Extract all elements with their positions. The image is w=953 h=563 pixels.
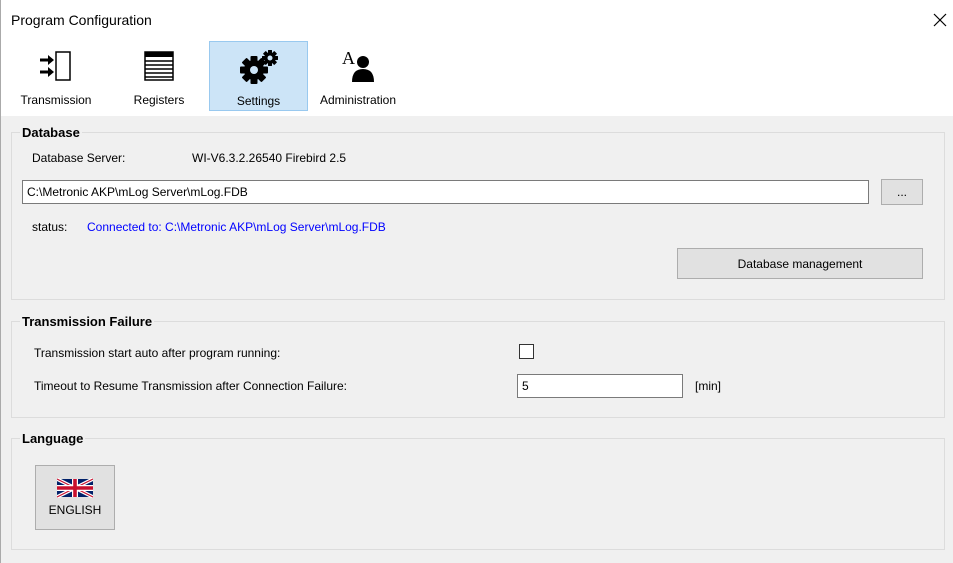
transmission-failure-group: Transmission Failure Transmission start … <box>11 314 945 418</box>
program-configuration-window: Program Configuration Transmission Regis… <box>0 0 953 563</box>
tab-settings[interactable]: Settings <box>209 41 308 111</box>
registers-icon <box>139 48 179 84</box>
language-group: Language ENGLISH <box>11 431 945 550</box>
timeout-input[interactable] <box>517 374 683 398</box>
auto-start-checkbox[interactable] <box>519 344 534 359</box>
language-group-title: Language <box>20 431 86 446</box>
toolbar: Transmission Registers Settings A Admini… <box>1 40 953 116</box>
tab-transmission-label: Transmission <box>20 93 92 107</box>
tab-administration[interactable]: A Administration <box>310 41 406 111</box>
timeout-label: Timeout to Resume Transmission after Con… <box>34 379 348 393</box>
admin-user-icon: A <box>338 48 378 84</box>
close-button[interactable] <box>926 5 953 35</box>
database-server-label: Database Server: <box>32 151 126 165</box>
database-management-button[interactable]: Database management <box>677 248 923 279</box>
title-bar: Program Configuration <box>1 0 953 40</box>
auto-start-label: Transmission start auto after program ru… <box>34 346 281 360</box>
tab-settings-label: Settings <box>236 94 281 108</box>
tab-transmission[interactable]: Transmission <box>8 41 104 111</box>
svg-text:A: A <box>342 48 355 68</box>
timeout-unit: [min] <box>695 379 722 393</box>
tab-registers[interactable]: Registers <box>111 41 207 111</box>
database-server-value: WI-V6.3.2.26540 Firebird 2.5 <box>192 151 347 165</box>
tab-administration-label: Administration <box>319 93 397 107</box>
transmission-icon <box>36 48 76 84</box>
window-title: Program Configuration <box>11 12 152 28</box>
status-value: Connected to: C:\Metronic AKP\mLog Serve… <box>87 220 386 234</box>
tab-registers-label: Registers <box>133 93 185 107</box>
browse-button[interactable]: ... <box>881 179 923 205</box>
database-group-title: Database <box>20 125 82 140</box>
english-label: ENGLISH <box>48 503 102 517</box>
uk-flag-icon <box>57 478 93 498</box>
transmission-failure-title: Transmission Failure <box>20 314 155 329</box>
close-icon <box>933 13 947 27</box>
database-path-input[interactable] <box>22 180 869 204</box>
english-language-button[interactable]: ENGLISH <box>35 465 115 530</box>
database-group: Database Database Server: WI-V6.3.2.2654… <box>11 125 945 300</box>
gears-icon <box>237 49 281 85</box>
status-label: status: <box>32 220 68 234</box>
